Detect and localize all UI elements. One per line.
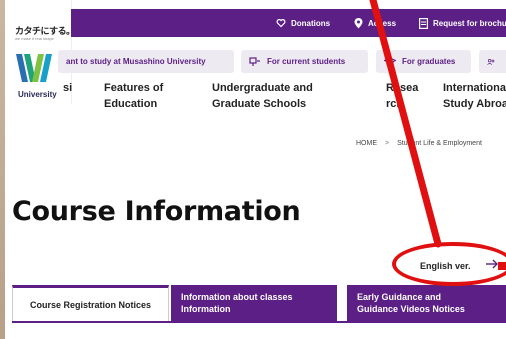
annotation-marker	[498, 262, 506, 270]
annotation-pointer-line	[369, 0, 442, 248]
annotation-highlight-circle	[392, 242, 506, 286]
